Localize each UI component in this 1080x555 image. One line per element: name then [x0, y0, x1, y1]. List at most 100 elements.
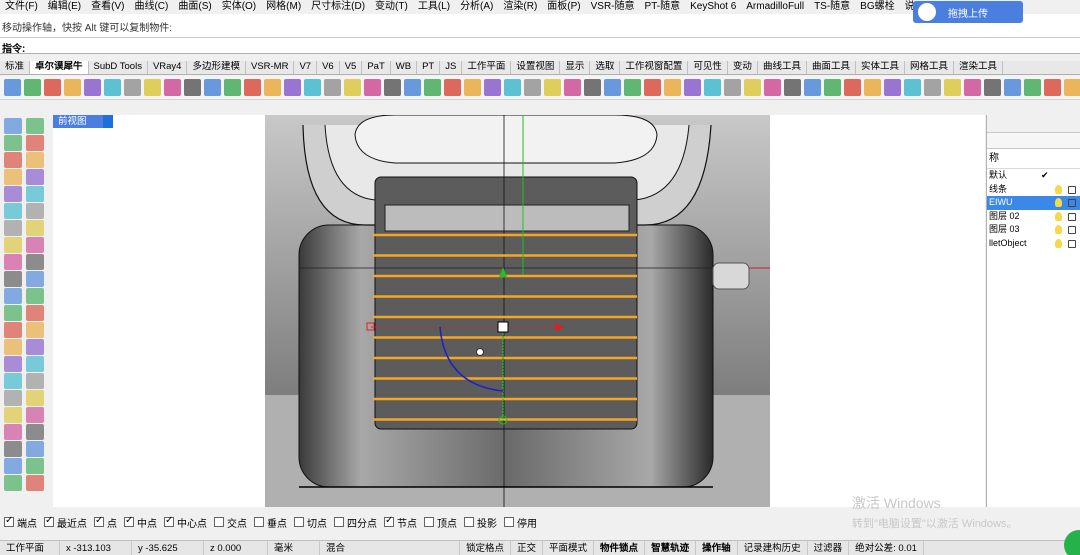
menu-item[interactable]: 实体(O) — [217, 0, 261, 14]
osnap-option[interactable]: 垂点 — [254, 515, 287, 530]
menu-item[interactable]: 面板(P) — [542, 0, 585, 14]
toolbar-tab[interactable]: PT — [417, 61, 441, 74]
toolbar-tool-icon[interactable] — [184, 79, 201, 96]
left-tool-icon[interactable] — [26, 305, 44, 321]
toolbar-tool-icon[interactable] — [564, 79, 581, 96]
osnap-option[interactable]: 交点 — [214, 515, 247, 530]
toolbar-tab[interactable]: 工作平面 — [462, 61, 512, 74]
toolbar-tab[interactable]: V5 — [339, 61, 363, 74]
menu-item[interactable]: 网格(M) — [261, 0, 306, 14]
menu-item[interactable]: VSR-随意 — [586, 0, 640, 14]
left-tool-icon[interactable] — [4, 390, 22, 406]
toolbar-tool-icon[interactable] — [404, 79, 421, 96]
toolbar-tool-icon[interactable] — [884, 79, 901, 96]
floating-assistant-button[interactable] — [1064, 530, 1080, 555]
toolbar-tool-icon[interactable] — [324, 79, 341, 96]
osnap-option[interactable]: 点 — [94, 515, 117, 530]
toolbar-tab[interactable]: SubD Tools — [88, 61, 148, 74]
toolbar-tool-icon[interactable] — [644, 79, 661, 96]
layer-row[interactable]: 图层 03 — [987, 223, 1080, 237]
osnap-checkbox[interactable] — [214, 517, 224, 527]
front-viewport[interactable]: 前视图 — [53, 115, 985, 507]
menu-item[interactable]: KeyShot 6 — [685, 0, 741, 14]
left-tool-icon[interactable] — [4, 356, 22, 372]
osnap-checkbox[interactable] — [464, 517, 474, 527]
toolbar-tool-icon[interactable] — [124, 79, 141, 96]
left-tool-icon[interactable] — [4, 322, 22, 338]
viewport-title[interactable]: 前视图 — [53, 115, 113, 128]
toolbar-tab[interactable]: 实体工具 — [855, 61, 905, 74]
menu-item[interactable]: 文件(F) — [0, 0, 43, 14]
status-gumball[interactable]: 操作轴 — [696, 540, 738, 555]
osnap-checkbox[interactable] — [334, 517, 344, 527]
toolbar-tool-icon[interactable] — [704, 79, 721, 96]
left-tool-icon[interactable] — [4, 152, 22, 168]
toolbar-tab[interactable]: 显示 — [560, 61, 591, 74]
toolbar-tool-icon[interactable] — [64, 79, 81, 96]
left-tool-icon[interactable] — [26, 390, 44, 406]
command-line[interactable]: 指令: — [0, 38, 1080, 55]
toolbar-tool-icon[interactable] — [604, 79, 621, 96]
left-tool-icon[interactable] — [4, 475, 22, 491]
toolbar-tool-icon[interactable] — [504, 79, 521, 96]
lightbulb-icon[interactable] — [1055, 198, 1062, 207]
toolbar-tool-icon[interactable] — [904, 79, 921, 96]
toolbar-tool-icon[interactable] — [1064, 79, 1080, 96]
toolbar-tool-icon[interactable] — [4, 79, 21, 96]
osnap-option[interactable]: 最近点 — [44, 515, 87, 530]
toolbar-tool-icon[interactable] — [524, 79, 541, 96]
toolbar-tab[interactable]: 工作视窗配置 — [620, 61, 689, 74]
left-tool-icon[interactable] — [26, 135, 44, 151]
lock-icon[interactable] — [1068, 239, 1076, 248]
left-tool-icon[interactable] — [26, 322, 44, 338]
toolbar-tab[interactable]: JS — [440, 61, 463, 74]
toolbar-tool-icon[interactable] — [484, 79, 501, 96]
osnap-checkbox[interactable] — [4, 515, 14, 527]
status-filter[interactable]: 过滤器 — [808, 540, 850, 555]
status-lock-grid[interactable]: 锁定格点 — [460, 540, 512, 555]
left-tool-icon[interactable] — [4, 373, 22, 389]
toolbar-tool-icon[interactable] — [224, 79, 241, 96]
toolbar-tool-icon[interactable] — [264, 79, 281, 96]
osnap-checkbox[interactable] — [44, 515, 54, 527]
toolbar-tool-icon[interactable] — [924, 79, 941, 96]
toolbar-tool-icon[interactable] — [464, 79, 481, 96]
menu-item[interactable]: 尺寸标注(D) — [306, 0, 370, 14]
status-history[interactable]: 记录建构历史 — [738, 540, 808, 555]
toolbar-tool-icon[interactable] — [44, 79, 61, 96]
left-tool-icon[interactable] — [4, 458, 22, 474]
panel-tabs[interactable] — [987, 115, 1080, 133]
osnap-checkbox[interactable] — [294, 517, 304, 527]
left-tool-icon[interactable] — [26, 237, 44, 253]
left-tool-icon[interactable] — [26, 373, 44, 389]
left-tool-icon[interactable] — [26, 475, 44, 491]
osnap-checkbox[interactable] — [94, 515, 104, 527]
left-tool-icon[interactable] — [4, 305, 22, 321]
toolbar-tool-icon[interactable] — [104, 79, 121, 96]
layer-row[interactable]: 图层 02 — [987, 210, 1080, 224]
layer-toolbar[interactable] — [987, 133, 1080, 149]
left-tool-icon[interactable] — [4, 424, 22, 440]
layer-row[interactable]: 线条 — [987, 183, 1080, 197]
menu-item[interactable]: PT-随意 — [640, 0, 686, 14]
toolbar-tool-icon[interactable] — [1044, 79, 1061, 96]
status-layer[interactable]: 混合 — [320, 540, 460, 555]
left-tool-icon[interactable] — [4, 203, 22, 219]
lightbulb-icon[interactable] — [1055, 211, 1062, 221]
toolbar-tool-icon[interactable] — [724, 79, 741, 96]
lock-icon[interactable] — [1068, 226, 1076, 234]
osnap-checkbox[interactable] — [164, 515, 174, 527]
menu-item[interactable]: 变动(T) — [370, 0, 413, 14]
toolbar-tab[interactable]: 渲染工具 — [954, 61, 1004, 74]
left-tool-icon[interactable] — [4, 118, 22, 134]
cloud-upload-button[interactable]: 拖拽上传 — [913, 1, 1023, 23]
toolbar-tool-icon[interactable] — [824, 79, 841, 96]
osnap-checkbox[interactable] — [384, 515, 394, 527]
osnap-checkbox[interactable] — [124, 515, 134, 527]
toolbar-tool-icon[interactable] — [624, 79, 641, 96]
toolbar-tool-icon[interactable] — [664, 79, 681, 96]
left-tool-icon[interactable] — [26, 152, 44, 168]
toolbar-tool-icon[interactable] — [544, 79, 561, 96]
toolbar-tool-icon[interactable] — [744, 79, 761, 96]
lightbulb-icon[interactable] — [1055, 225, 1062, 234]
